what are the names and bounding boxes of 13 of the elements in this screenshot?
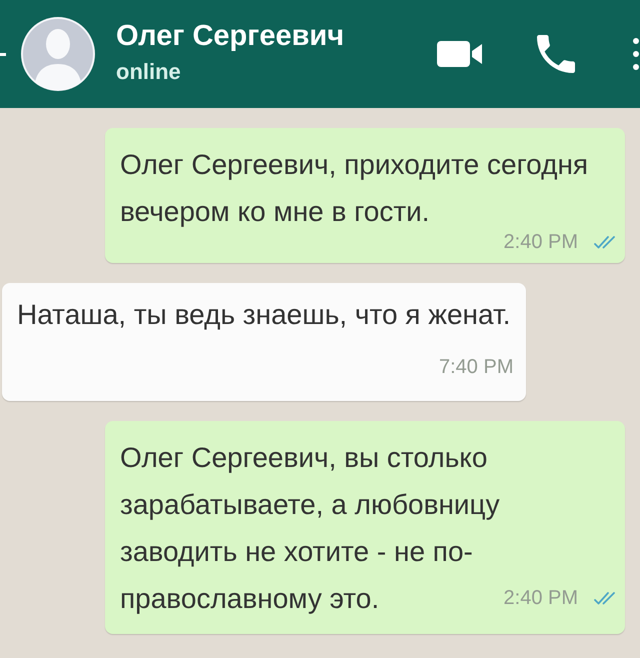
contact-status: online	[116, 59, 181, 85]
message-time: 7:40 PM	[439, 356, 514, 378]
message-text: Олег Сергеевич, приходите сегодня вечером ко мне в гости.	[120, 149, 588, 227]
message-time: 2:40 PM	[504, 230, 578, 254]
message-time: 2:40 PM	[504, 587, 578, 610]
message-text: Наташа, ты ведь знаешь, что я женат.	[17, 299, 510, 330]
avatar-icon[interactable]	[20, 16, 96, 92]
message-text: Олег Сергеевич, вы столько зарабатываете, а любовницу заводить не хотите - не по-православному это.	[120, 442, 500, 614]
more-menu-icon[interactable]	[633, 38, 639, 70]
phone-icon[interactable]	[537, 35, 575, 73]
video-camera-icon[interactable]	[437, 41, 482, 67]
contact-name: Олег Сергеевич	[116, 19, 344, 53]
dash-icon[interactable]	[0, 52, 6, 56]
